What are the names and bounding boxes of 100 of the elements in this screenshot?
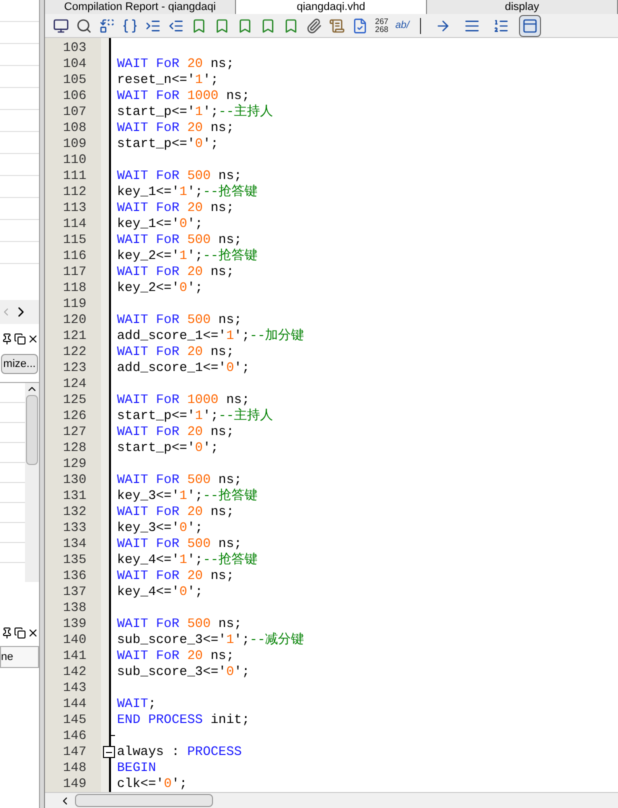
line-number: 134 — [63, 536, 88, 552]
pin-icon[interactable] — [1, 627, 13, 639]
code-keyword: WAIT FoR — [117, 312, 180, 328]
window-icon[interactable] — [53, 18, 69, 34]
document-check-icon[interactable] — [352, 18, 368, 34]
line-number: 130 — [63, 472, 88, 488]
line-number: 112 — [63, 184, 88, 200]
document-tab[interactable]: qiangdaqi.vhd — [236, 0, 427, 14]
customize-button[interactable]: mize... — [1, 354, 38, 374]
code-keyword: WAIT FoR — [117, 424, 180, 440]
horizontal-scrollbar[interactable] — [45, 792, 618, 808]
code-keyword: WAIT — [117, 696, 148, 712]
spell-button[interactable]: ab/ — [395, 18, 410, 33]
document-tab[interactable]: display — [427, 0, 618, 14]
close-icon[interactable] — [27, 627, 39, 639]
line-number: 131 — [63, 488, 88, 504]
code-number: 20 — [187, 200, 203, 216]
vertical-scrollbar[interactable] — [25, 383, 39, 582]
pin-icon[interactable] — [1, 333, 13, 345]
restore-icon[interactable] — [14, 627, 26, 639]
code-text: '; — [234, 664, 250, 680]
code-number: 500 — [187, 232, 211, 248]
line-number: 133 — [63, 520, 88, 536]
code-keyword: WAIT FoR — [117, 88, 180, 104]
code-number: 0 — [179, 216, 188, 232]
code-comment: --抢答键 — [202, 248, 258, 264]
line-number: 119 — [63, 296, 88, 312]
outdent-icon[interactable] — [168, 18, 184, 34]
line-number: 120 — [63, 312, 88, 328]
find-icon[interactable] — [76, 18, 92, 34]
code-text: ns; — [210, 120, 234, 136]
code-text: ns; — [217, 472, 242, 488]
code-text: add_score_1<=' — [117, 360, 226, 376]
line-numbers-button[interactable]: 267 268 — [375, 18, 388, 34]
code-number: 0 — [226, 664, 234, 680]
scroll-icon[interactable] — [329, 18, 345, 34]
code-text: '; — [187, 584, 203, 600]
code-keyword: WAIT FoR — [117, 200, 180, 216]
code-text: '; — [187, 520, 203, 536]
code-number: 500 — [187, 168, 211, 184]
code-text: add_score_1<=' — [117, 328, 226, 344]
code-text: '; — [187, 216, 203, 232]
line-number: 115 — [63, 232, 88, 248]
code-text: '; — [234, 632, 250, 648]
line-number: 110 — [63, 152, 88, 168]
code-text: key_4<=' — [117, 584, 180, 600]
line-number: 117 — [63, 264, 88, 280]
code-text: ns; — [210, 56, 234, 72]
code-keyword: WAIT FoR — [117, 568, 180, 584]
code-text: ns; — [217, 168, 242, 184]
replace-icon[interactable] — [99, 18, 115, 34]
code-number: 500 — [187, 472, 211, 488]
line-number: 129 — [63, 456, 88, 472]
line-number: 139 — [63, 616, 88, 632]
collapse-toggle-icon[interactable] — [103, 746, 115, 758]
code-keyword: PROCESS — [187, 744, 242, 760]
code-text: start_p<=' — [117, 136, 196, 152]
code-text: '; — [187, 248, 203, 264]
code-keyword: WAIT FoR — [117, 344, 180, 360]
code-text: '; — [202, 440, 218, 456]
line-number: 146 — [63, 728, 88, 744]
line-number: 122 — [63, 344, 88, 360]
indent-icon[interactable] — [145, 18, 161, 34]
line-number: 140 — [63, 632, 88, 648]
line-number: 118 — [63, 280, 88, 296]
line-number: 144 — [63, 696, 88, 712]
line-number: 111 — [63, 168, 88, 184]
code-text: '; — [187, 280, 203, 296]
code-text: start_p<=' — [117, 440, 196, 456]
code-number: 0 — [179, 584, 188, 600]
paperclip-icon[interactable] — [306, 18, 322, 34]
code-text: '; — [187, 552, 203, 568]
line-number: 106 — [63, 88, 88, 104]
code-number: 20 — [187, 504, 203, 520]
code-text: '; — [187, 184, 203, 200]
scrollbar-thumb[interactable] — [75, 794, 213, 807]
code-text: start_p<=' — [117, 104, 196, 120]
code-keyword: WAIT FoR — [117, 536, 180, 552]
code-text: ns; — [210, 648, 234, 664]
restore-icon[interactable] — [14, 333, 26, 345]
line-number: 109 — [63, 136, 88, 152]
line-number: 105 — [63, 72, 88, 88]
line-number: 121 — [63, 328, 88, 344]
code-keyword: WAIT FoR — [117, 392, 180, 408]
document-tab[interactable]: Compilation Report - qiangdaqi — [45, 0, 236, 14]
line-number: 137 — [63, 584, 88, 600]
code-text: key_2<=' — [117, 280, 180, 296]
line-number: 108 — [63, 120, 88, 136]
column-header[interactable]: ne — [0, 646, 39, 668]
bookmark-icon[interactable] — [191, 18, 207, 34]
code-text: ns; — [217, 232, 242, 248]
code-number: 1 — [179, 552, 188, 568]
line-number: 104 — [63, 56, 88, 72]
code-text: key_1<=' — [117, 184, 180, 200]
braces-icon[interactable] — [122, 18, 138, 34]
close-icon[interactable] — [27, 333, 39, 345]
code-number: 20 — [187, 264, 203, 280]
code-number: 500 — [187, 616, 211, 632]
line-number: 103 — [63, 40, 88, 56]
line-number: 136 — [63, 568, 88, 584]
